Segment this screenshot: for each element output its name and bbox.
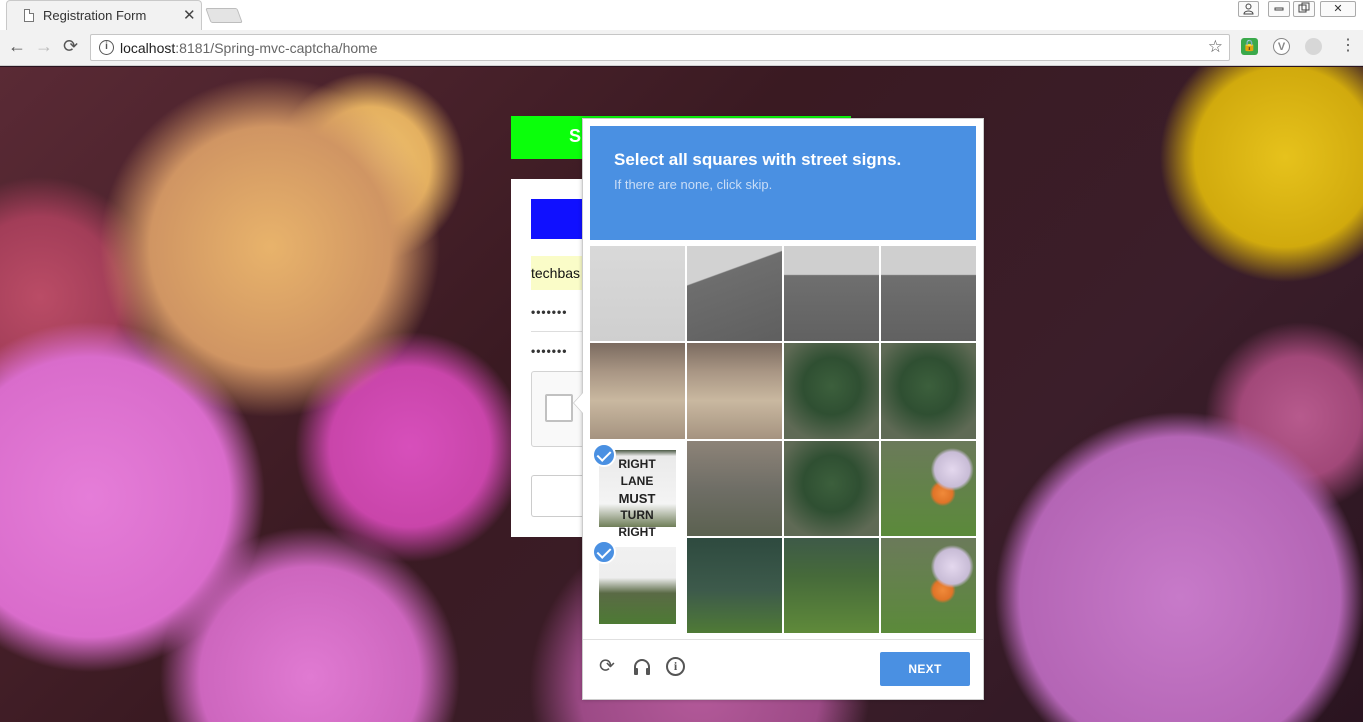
lock-extension-icon[interactable]: 🔒: [1241, 38, 1258, 55]
captcha-instructions: Select all squares with street signs. If…: [590, 126, 976, 240]
reload-page-icon[interactable]: ⟳: [63, 36, 78, 57]
registration-form: techbas ••••••• •••••••: [511, 179, 586, 537]
captcha-tile[interactable]: [687, 440, 782, 536]
captcha-tile-selected[interactable]: [590, 537, 685, 633]
password-input[interactable]: •••••••: [531, 305, 567, 319]
captcha-tile[interactable]: [687, 343, 782, 439]
menu-kebab-icon[interactable]: ⋮: [1340, 35, 1356, 55]
checkmark-icon: [592, 442, 616, 467]
captcha-tile[interactable]: [881, 537, 976, 633]
captcha-title-suffix: .: [896, 150, 902, 169]
captcha-tile[interactable]: [590, 246, 685, 342]
captcha-tile[interactable]: [687, 537, 782, 633]
back-arrow-icon[interactable]: ←: [8, 36, 26, 57]
url-host: localhost: [120, 40, 176, 56]
tab-strip: Registration Form ✕ ✕: [0, 0, 1363, 30]
tab-close-button[interactable]: ✕: [183, 6, 196, 24]
reload-icon[interactable]: ⟳: [597, 657, 617, 677]
captcha-tile[interactable]: [881, 246, 976, 342]
headphones-svg: [634, 659, 650, 675]
browser-toolbar: ← → ⟳ i localhost:8181/Spring-mvc-captch…: [0, 30, 1363, 66]
form-header-title: S: [569, 126, 582, 146]
info-icon[interactable]: i: [666, 657, 685, 676]
tab-title: Registration Form: [43, 8, 147, 23]
sign-line-1: RIGHT LANE: [618, 456, 656, 488]
close-icon: ✕: [1333, 3, 1343, 15]
next-button[interactable]: NEXT: [880, 652, 970, 686]
captcha-tile[interactable]: [784, 343, 879, 439]
url-text: localhost:8181/Spring-mvc-captcha/home: [120, 40, 378, 56]
sign-line-2: MUST: [618, 490, 656, 506]
captcha-challenge-dialog: Select all squares with street signs. If…: [573, 118, 984, 700]
new-tab-button[interactable]: [205, 8, 243, 23]
minimize-button[interactable]: [1268, 1, 1290, 17]
minimize-icon: [1274, 7, 1284, 11]
captcha-subtitle: If there are none, click skip.: [614, 177, 773, 192]
captcha-target: street signs: [801, 150, 897, 169]
headphones-icon[interactable]: [632, 657, 652, 677]
captcha-tile[interactable]: [784, 537, 879, 633]
browser-tab[interactable]: Registration Form ✕: [6, 0, 202, 30]
captcha-tile[interactable]: [881, 343, 976, 439]
captcha-title: Select all squares with street signs.: [614, 150, 901, 170]
captcha-footer: ⟳ i NEXT: [583, 639, 983, 699]
dialog-pointer: [573, 392, 583, 414]
captcha-tile-selected[interactable]: RIGHT LANE MUST TURN RIGHT: [590, 440, 685, 536]
restore-icon: [1298, 2, 1310, 13]
user-icon: [1243, 3, 1254, 15]
captcha-tile[interactable]: [590, 343, 685, 439]
v-extension-icon[interactable]: V: [1273, 38, 1290, 55]
sign-line-3: TURN RIGHT: [618, 507, 656, 536]
sign-text: RIGHT LANE MUST TURN RIGHT: [607, 456, 667, 536]
close-window-button[interactable]: ✕: [1320, 1, 1356, 17]
divider: [531, 331, 586, 332]
restore-button[interactable]: [1293, 1, 1315, 17]
captcha-tile[interactable]: [881, 440, 976, 536]
captcha-tile[interactable]: [784, 246, 879, 342]
submit-button[interactable]: [531, 475, 586, 517]
confirm-password-input[interactable]: •••••••: [531, 344, 567, 358]
forward-arrow-icon[interactable]: →: [35, 36, 53, 57]
captcha-title-prefix: Select all squares with: [614, 150, 797, 169]
url-path: :8181/Spring-mvc-captcha/home: [175, 40, 378, 56]
address-bar[interactable]: i localhost:8181/Spring-mvc-captcha/home…: [90, 34, 1230, 61]
bookmark-star-icon[interactable]: ☆: [1208, 37, 1223, 57]
site-info-icon[interactable]: i: [99, 40, 114, 55]
checkmark-icon: [592, 539, 616, 564]
grey-extension-icon[interactable]: [1305, 38, 1322, 55]
form-blue-banner: [531, 199, 586, 239]
username-input[interactable]: techbas: [531, 256, 586, 290]
profile-button[interactable]: [1238, 1, 1259, 17]
captcha-image-grid: RIGHT LANE MUST TURN RIGHT: [590, 246, 976, 633]
captcha-tile[interactable]: [784, 440, 879, 536]
page-background: S techbas ••••••• ••••••• Select all squ…: [0, 67, 1363, 722]
captcha-tile[interactable]: [687, 246, 782, 342]
document-icon: [24, 9, 34, 22]
recaptcha-checkbox[interactable]: [545, 394, 573, 422]
